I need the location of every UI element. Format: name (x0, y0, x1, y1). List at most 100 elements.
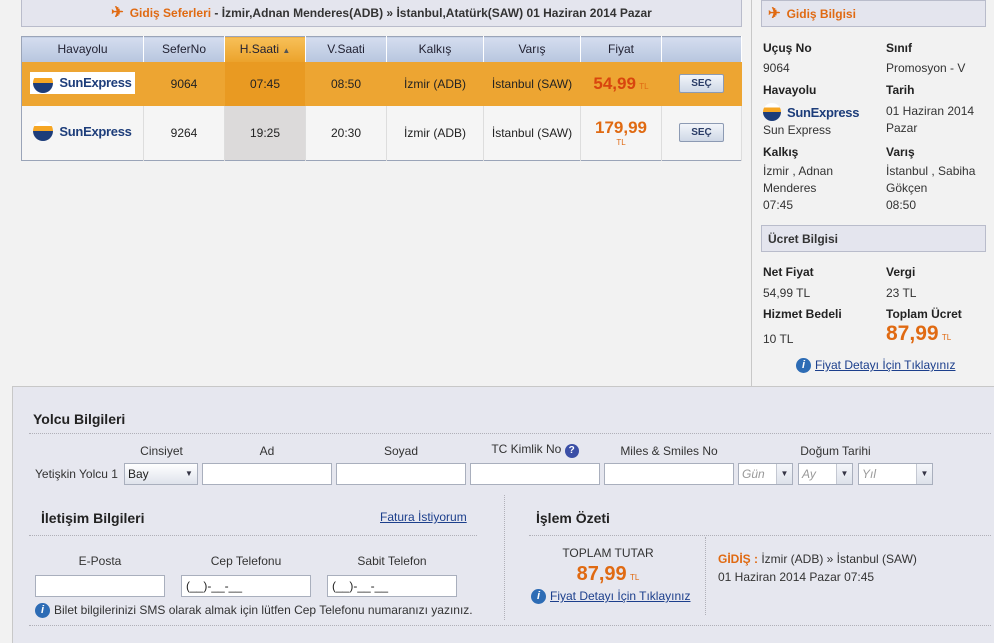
leg-route-text: İzmir (ADB) » İstanbul (SAW) (758, 552, 917, 566)
leg-date: 01 Haziran 2014 Pazar 07:45 (718, 570, 875, 584)
currency: TL (639, 81, 649, 91)
gender-value: Bay (128, 467, 149, 481)
dep-value-2: Menderes (763, 181, 817, 195)
header-route: - İzmir,Adnan Menderes(ADB) » İstanbul,A… (211, 6, 652, 20)
price-detail[interactable]: i Fiyat Detayı İçin Tıklayınız (796, 357, 956, 374)
arr-value-2: Gökçen (886, 181, 928, 195)
help-icon[interactable]: ? (564, 444, 579, 458)
dep-time-value: 07:45 (763, 198, 794, 212)
tc-label-text: TC Kimlik No (491, 442, 562, 456)
booking-form: Yolcu Bilgileri Cinsiyet Ad Soyad TC Kim… (12, 386, 994, 643)
mobile-input[interactable]: (__)-__-__ (181, 575, 311, 597)
col-dep-label: H.Saati (239, 42, 280, 57)
currency: TL (630, 573, 640, 582)
arr-time: 08:50 (305, 61, 387, 106)
arr-value: İstanbul , Sabiha (886, 164, 976, 178)
birth-label: Doğum Tarihi (800, 444, 871, 458)
date-label: Tarih (886, 83, 915, 97)
year-select[interactable]: Yıl ▼ (858, 463, 933, 485)
logo-text: SunExpress (787, 104, 860, 120)
flight-no-value: 9064 (763, 61, 790, 75)
leg-route: GİDİŞ : İzmir (ADB) » İstanbul (SAW) (718, 552, 917, 566)
flights-header: ✈ Gidiş Seferleri - İzmir,Adnan Menderes(… (21, 0, 742, 27)
total-amount: 87,99 (576, 563, 627, 585)
col-airline[interactable]: Havayolu (21, 36, 144, 62)
name-input[interactable] (202, 463, 332, 485)
phone-input[interactable]: (__)-__-__ (327, 575, 457, 597)
plane-icon: ✈ (768, 5, 781, 22)
col-flight-no[interactable]: SeferNo (143, 36, 225, 62)
fare-info-header: Ücret Bilgisi (761, 225, 986, 252)
month-select[interactable]: Ay ▼ (798, 463, 853, 485)
select-button[interactable]: SEÇ (679, 74, 724, 93)
price-detail-link[interactable]: Fiyat Detayı İçin Tıklayınız (815, 358, 956, 372)
chevron-down-icon: ▼ (185, 469, 193, 478)
dep-value: İzmir , Adnan (763, 164, 834, 178)
table-row[interactable]: SunExpress 9264 19:25 20:30 İzmir (ADB) … (21, 105, 742, 161)
dep-time: 07:45 (224, 61, 306, 106)
day-value: Pazar (886, 121, 918, 135)
day-select[interactable]: Gün ▼ (738, 463, 793, 485)
divider (504, 495, 505, 620)
service-value: 10 TL (763, 332, 794, 346)
sunexpress-logo: SunExpress (33, 121, 132, 142)
surname-label: Soyad (383, 444, 419, 458)
tc-label: TC Kimlik No ? (470, 442, 600, 458)
net-value: 54,99 TL (763, 286, 811, 300)
table-row[interactable]: SunExpress 9064 07:45 08:50 İzmir (ADB) … (21, 61, 742, 106)
flight-no: 9064 (143, 61, 225, 106)
from: İzmir (ADB) (386, 105, 484, 161)
price: 54,99 (593, 73, 636, 93)
currency: TL (941, 333, 952, 342)
trip-info-panel: ✈ Gidiş Bilgisi Uçuş No Sınıf 9064 Promos… (751, 0, 994, 386)
select-button[interactable]: SEÇ (679, 123, 724, 143)
chevron-down-icon: ▼ (916, 464, 932, 484)
tax-value: 23 TL (886, 286, 917, 300)
col-from[interactable]: Kalkış (386, 36, 484, 62)
date-value: 01 Haziran 2014 (886, 104, 975, 118)
sun-icon (763, 103, 781, 121)
airline-name: SunExpress (59, 75, 132, 90)
service-label: Hizmet Bedeli (763, 307, 842, 321)
divider (705, 537, 706, 615)
tc-input[interactable] (470, 463, 600, 485)
surname-input[interactable] (336, 463, 466, 485)
year-placeholder: Yıl (862, 467, 877, 481)
gender-select[interactable]: Bay ▼ (124, 463, 198, 485)
price-cell: 54,99 TL (580, 61, 662, 106)
invoice-link[interactable]: Fatura İstiyorum (380, 510, 467, 524)
info-icon: i (35, 603, 50, 619)
sun-icon (33, 121, 54, 142)
col-action (661, 36, 742, 62)
miles-label: Miles & Smiles No (620, 444, 718, 458)
trip-info-header: ✈ Gidiş Bilgisi (761, 0, 986, 27)
arr-time: 20:30 (305, 105, 387, 161)
day-placeholder: Gün (742, 467, 765, 481)
col-dep-time[interactable]: H.Saati ▲ (224, 36, 306, 62)
gender-label: Cinsiyet (140, 444, 183, 458)
leg-label: GİDİŞ : (718, 552, 759, 566)
to: İstanbul (SAW) (483, 105, 581, 161)
airline-cell: SunExpress (21, 61, 144, 106)
total-amount: 87,99 (886, 322, 939, 345)
contact-title: İletişim Bilgileri (41, 510, 145, 526)
plane-icon: ✈ (111, 4, 124, 21)
col-price[interactable]: Fiyat (580, 36, 662, 62)
price: 179,99 (595, 118, 647, 138)
price-detail[interactable]: i Fiyat Detayı İçin Tıklayınız (531, 589, 691, 605)
passenger-row-label: Yetişkin Yolcu 1 (35, 467, 118, 481)
miles-input[interactable] (604, 463, 734, 485)
action-cell: SEÇ (661, 61, 742, 106)
summary-title: İşlem Özeti (536, 510, 610, 526)
col-to[interactable]: Varış (483, 36, 581, 62)
divider (29, 535, 477, 536)
dep-time: 19:25 (224, 105, 306, 161)
tax-label: Vergi (886, 265, 916, 279)
info-icon: i (796, 358, 811, 374)
price-detail-link[interactable]: Fiyat Detayı İçin Tıklayınız (550, 589, 691, 603)
divider (529, 535, 991, 536)
email-input[interactable] (35, 575, 165, 597)
col-arr-time[interactable]: V.Saati (305, 36, 387, 62)
divider (29, 433, 991, 434)
from: İzmir (ADB) (386, 61, 484, 106)
